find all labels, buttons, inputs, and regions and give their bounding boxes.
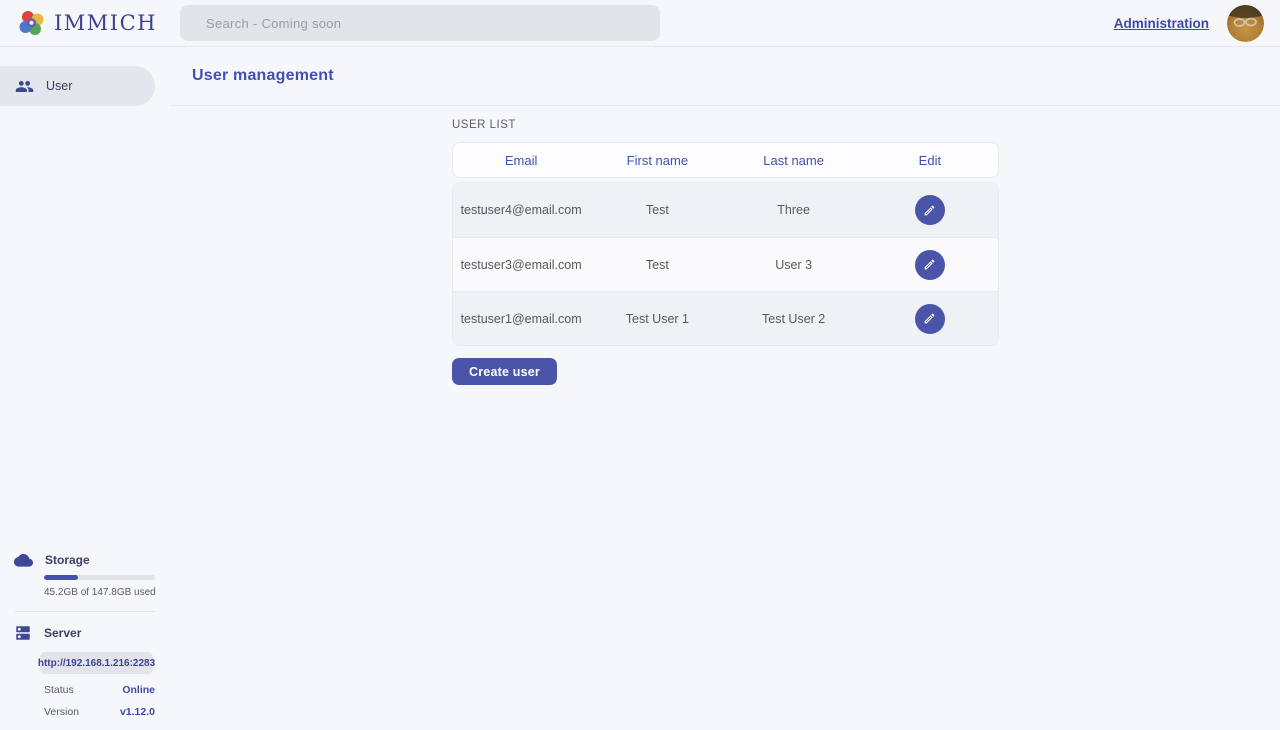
topbar-right: Administration (1114, 0, 1264, 47)
user-avatar[interactable] (1227, 5, 1264, 42)
column-header-first-name: First name (589, 153, 725, 168)
pencil-icon (923, 204, 936, 217)
version-value: v1.12.0 (120, 706, 155, 718)
storage-progress-fill (44, 575, 78, 580)
storage-progress-bar (44, 575, 155, 580)
cloud-icon (14, 552, 33, 567)
cell-email: testuser1@email.com (453, 312, 589, 326)
page-title: User management (192, 67, 334, 85)
server-url-text: http://192.168.1.216:2283 (38, 658, 155, 669)
cell-last-name: User 3 (726, 258, 862, 272)
immich-logo[interactable]: IMMICH (0, 9, 157, 37)
pencil-icon (923, 312, 936, 325)
top-bar: IMMICH Administration (0, 0, 1280, 47)
server-url-chip: http://192.168.1.216:2283 (40, 652, 153, 674)
server-title: Server (44, 626, 81, 640)
users-icon (15, 77, 34, 96)
table-header-row: Email First name Last name Edit (452, 142, 999, 178)
storage-title: Storage (45, 553, 90, 567)
edit-user-button[interactable] (915, 195, 945, 225)
cell-email: testuser4@email.com (453, 203, 589, 217)
main-area: User management USER LIST Email First na… (170, 47, 1280, 730)
section-label: USER LIST (452, 119, 999, 131)
cell-last-name: Three (726, 203, 862, 217)
table-row: testuser3@email.com Test User 3 (453, 237, 998, 291)
column-header-email: Email (453, 153, 589, 168)
sidebar-divider (15, 611, 155, 612)
edit-user-button[interactable] (915, 250, 945, 280)
sidebar-item-user[interactable]: User (0, 66, 155, 106)
server-icon (14, 624, 32, 642)
cell-email: testuser3@email.com (453, 258, 589, 272)
cell-first-name: Test (589, 258, 725, 272)
table-row: testuser1@email.com Test User 1 Test Use… (453, 291, 998, 345)
status-label: Status (44, 684, 74, 696)
cell-first-name: Test (589, 203, 725, 217)
cell-first-name: Test User 1 (589, 312, 725, 326)
edit-user-button[interactable] (915, 304, 945, 334)
version-label: Version (44, 706, 79, 718)
immich-flower-icon (18, 9, 46, 37)
search-input[interactable] (180, 5, 660, 41)
server-status-row: Status Online (44, 684, 155, 696)
page-header: User management (170, 47, 1280, 106)
cell-last-name: Test User 2 (726, 312, 862, 326)
administration-link[interactable]: Administration (1114, 16, 1209, 31)
status-value: Online (122, 684, 155, 696)
server-version-row: Version v1.12.0 (44, 706, 155, 718)
sidebar-item-label: User (46, 79, 72, 93)
user-list-section: USER LIST Email First name Last name Edi… (452, 106, 999, 385)
create-user-button[interactable]: Create user (452, 358, 557, 385)
sidebar: User Storage 45.2GB of 147.8GB used Serv… (0, 47, 170, 730)
sidebar-status-panel: Storage 45.2GB of 147.8GB used Server ht… (0, 552, 170, 718)
column-header-last-name: Last name (726, 153, 862, 168)
column-header-edit: Edit (862, 153, 998, 168)
storage-usage-text: 45.2GB of 147.8GB used (44, 587, 170, 598)
table-row: testuser4@email.com Test Three (453, 183, 998, 237)
table-body: testuser4@email.com Test Three testuser3… (452, 182, 999, 346)
pencil-icon (923, 258, 936, 271)
logo-text: IMMICH (54, 11, 157, 35)
